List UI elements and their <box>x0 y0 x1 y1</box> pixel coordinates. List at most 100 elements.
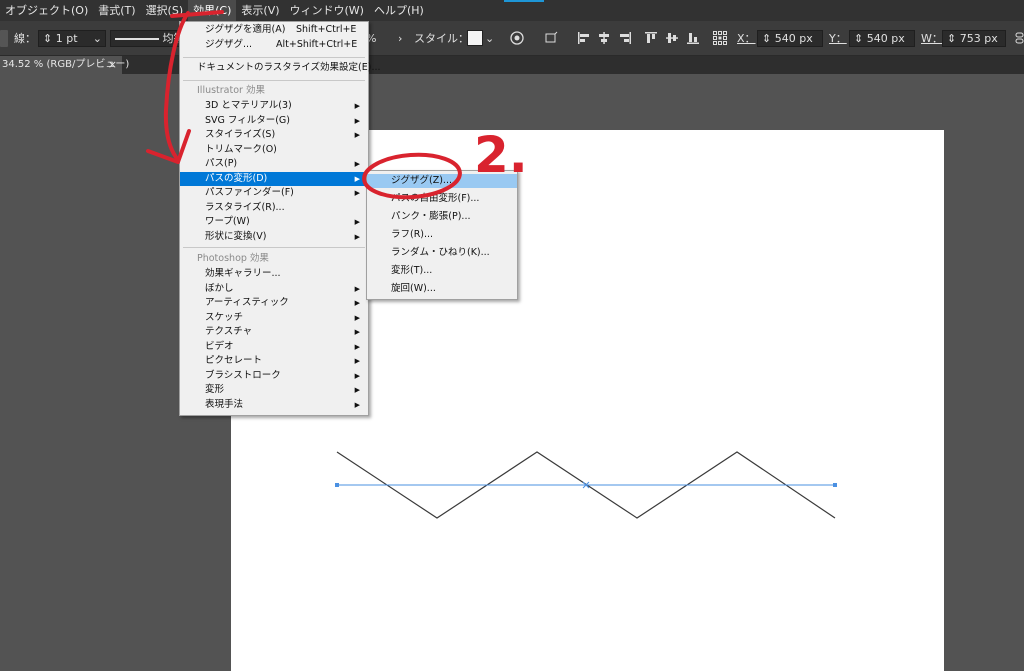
submenu-arrow-icon: ▶ <box>354 357 360 365</box>
section-header-label: Photoshop 効果 <box>197 253 269 264</box>
chevron-down-icon[interactable]: ⌄ <box>485 30 494 47</box>
menu-item-texture[interactable]: テクスチャ ▶ <box>180 325 368 339</box>
y-field[interactable]: ⇕ 540 px <box>849 30 915 47</box>
menu-item-label: トリムマーク(O) <box>205 143 277 155</box>
align-left-icon[interactable] <box>576 30 592 46</box>
menu-item-artistic[interactable]: アーティスティック ▶ <box>180 296 368 310</box>
align-right-icon[interactable] <box>617 30 633 46</box>
menu-item-rasterize[interactable]: ラスタライズ(R)... <box>180 201 368 215</box>
menu-bar: オブジェクト(O) 書式(T) 選択(S) 効果(C) 表示(V) ウィンドウ(… <box>0 0 1024 21</box>
menu-item-brush-strokes[interactable]: ブラシストローク ▶ <box>180 369 368 383</box>
section-header-label: Illustrator 効果 <box>197 85 265 96</box>
menu-item-label: テクスチャ <box>205 326 253 337</box>
menu-item-convert-to-shape[interactable]: 形状に変換(V) ▶ <box>180 230 368 244</box>
menu-item-pixelate[interactable]: ピクセレート ▶ <box>180 354 368 368</box>
reference-point-icon[interactable] <box>712 30 728 46</box>
submenu-arrow-icon: ▶ <box>354 284 360 293</box>
illustrator-effects-header: Illustrator 効果 <box>180 84 368 98</box>
stroke-stepper-icon[interactable]: ⇕ <box>43 32 52 45</box>
submenu-item-tweak[interactable]: ランダム・ひねり(K)... <box>367 246 517 260</box>
menu-item-svg-filters[interactable]: SVG フィルター(G) ▶ <box>180 114 368 128</box>
menu-item-path[interactable]: パス(P) ▶ <box>180 157 368 171</box>
menu-type[interactable]: 書式(T) <box>93 0 140 21</box>
distort-transform-submenu: ジグザグ(Z)... パスの自由変形(F)... パンク・膨張(P)... ラフ… <box>366 170 518 300</box>
submenu-item-pucker-bloat[interactable]: パンク・膨張(P)... <box>367 210 517 224</box>
submenu-arrow-icon: ▶ <box>354 386 360 394</box>
x-field[interactable]: ⇕ 540 px <box>757 30 823 47</box>
menu-item-last-effect[interactable]: ジグザグ... Alt+Shift+Ctrl+E <box>180 38 368 52</box>
menu-item-shortcut: Alt+Shift+Ctrl+E <box>276 39 358 50</box>
submenu-item-label: 変形(T)... <box>391 265 433 276</box>
menu-item-3d-materials[interactable]: 3D とマテリアル(3) ▶ <box>180 99 368 113</box>
menu-item-distort-transform[interactable]: パスの変形(D) ▶ <box>180 171 368 186</box>
stepper-icon[interactable]: ⇕ <box>762 32 775 45</box>
submenu-item-zigzag[interactable]: ジグザグ(Z)... <box>367 174 517 188</box>
style-label: スタイル： <box>414 32 469 45</box>
stepper-icon[interactable]: ⇕ <box>854 32 867 45</box>
menu-item-stylize-photoshop[interactable]: 表現手法 ▶ <box>180 398 368 412</box>
menu-item-label: 効果ギャラリー... <box>205 268 281 279</box>
menu-item-video[interactable]: ビデオ ▶ <box>180 340 368 354</box>
control-bar: 線： ⇕ 1 pt ⌄ 均等 % › スタイル： ⌄ X： ⇕ 540 px Y… <box>0 21 1024 56</box>
chevron-down-icon[interactable]: ⌄ <box>93 31 102 46</box>
menu-item-pathfinder[interactable]: パスファインダー(F) ▶ <box>180 186 368 200</box>
menu-view[interactable]: 表示(V) <box>236 0 284 21</box>
stroke-profile-dropdown[interactable]: 均等 <box>110 30 182 47</box>
submenu-item-transform[interactable]: 変形(T)... <box>367 264 517 278</box>
submenu-arrow-icon: ▶ <box>354 299 360 307</box>
menu-item-sketch[interactable]: スケッチ ▶ <box>180 311 368 325</box>
submenu-arrow-icon: ▶ <box>354 174 360 183</box>
menu-item-label: ジグザグを適用(A) <box>205 24 286 35</box>
menu-window[interactable]: ウィンドウ(W) <box>285 0 369 21</box>
link-icon[interactable] <box>1012 30 1024 46</box>
stroke-weight-field[interactable]: ⇕ 1 pt ⌄ <box>38 30 106 47</box>
stroke-color-swatch[interactable] <box>0 30 8 47</box>
menu-item-label: アーティスティック <box>205 297 289 308</box>
menu-item-label: パスの変形(D) <box>205 172 268 184</box>
stepper-icon[interactable]: ⇕ <box>947 32 960 45</box>
document-tab-bar: 34.52 % (RGB/プレビュー) × <box>0 56 1024 74</box>
close-icon[interactable]: × <box>108 56 117 74</box>
submenu-item-free-distort[interactable]: パスの自由変形(F)... <box>367 192 517 206</box>
menu-separator <box>183 57 365 58</box>
submenu-item-roughen[interactable]: ラフ(R)... <box>367 228 517 242</box>
submenu-arrow-icon: ▶ <box>354 371 360 380</box>
submenu-arrow-icon: ▶ <box>354 232 360 241</box>
menu-item-warp[interactable]: ワープ(W) ▶ <box>180 215 368 229</box>
align-top-icon[interactable] <box>643 30 659 46</box>
menu-item-effect-gallery[interactable]: 効果ギャラリー... <box>180 267 368 281</box>
menu-item-stylize[interactable]: スタイライズ(S) ▶ <box>180 128 368 142</box>
opacity-arrow-icon[interactable]: › <box>398 30 402 47</box>
menu-item-shortcut: Shift+Ctrl+E <box>296 24 357 35</box>
menu-effect[interactable]: 効果(C) <box>188 0 237 21</box>
stroke-profile-preview <box>115 38 159 40</box>
menu-item-document-raster-settings[interactable]: ドキュメントのラスタライズ効果設定(E)... <box>180 61 381 75</box>
menu-item-label: 表現手法 <box>205 398 244 410</box>
transform-icon[interactable] <box>543 30 559 46</box>
align-middle-icon[interactable] <box>664 30 680 46</box>
graphic-style-swatch[interactable] <box>467 30 483 46</box>
submenu-arrow-icon: ▶ <box>354 400 360 409</box>
document-tab[interactable]: 34.52 % (RGB/プレビュー) × <box>0 56 129 74</box>
menu-separator <box>183 247 365 248</box>
menu-item-distort[interactable]: 変形 ▶ <box>180 383 368 397</box>
y-label: Y： <box>829 32 847 45</box>
submenu-item-twist[interactable]: 旋回(W)... <box>367 282 517 296</box>
menu-help[interactable]: ヘルプ(H) <box>369 0 429 21</box>
menu-item-trim-marks[interactable]: トリムマーク(O) <box>180 143 368 157</box>
w-field[interactable]: ⇕ 753 px <box>942 30 1006 47</box>
photoshop-effects-header: Photoshop 効果 <box>180 252 368 266</box>
menu-item-blur[interactable]: ぼかし ▶ <box>180 282 368 296</box>
recolor-icon[interactable] <box>509 30 525 46</box>
menu-object[interactable]: オブジェクト(O) <box>0 0 93 21</box>
submenu-item-label: ジグザグ(Z)... <box>391 175 452 186</box>
submenu-arrow-icon: ▶ <box>354 116 360 125</box>
align-bottom-icon[interactable] <box>685 30 701 46</box>
align-center-icon[interactable] <box>596 30 612 46</box>
menu-item-apply-last-effect[interactable]: ジグザグを適用(A) Shift+Ctrl+E <box>180 23 368 37</box>
stroke-label: 線： <box>14 32 36 45</box>
menu-separator <box>183 80 365 81</box>
submenu-item-label: パスの自由変形(F)... <box>391 193 480 204</box>
w-value: 753 px <box>959 32 998 45</box>
menu-select[interactable]: 選択(S) <box>141 0 189 21</box>
